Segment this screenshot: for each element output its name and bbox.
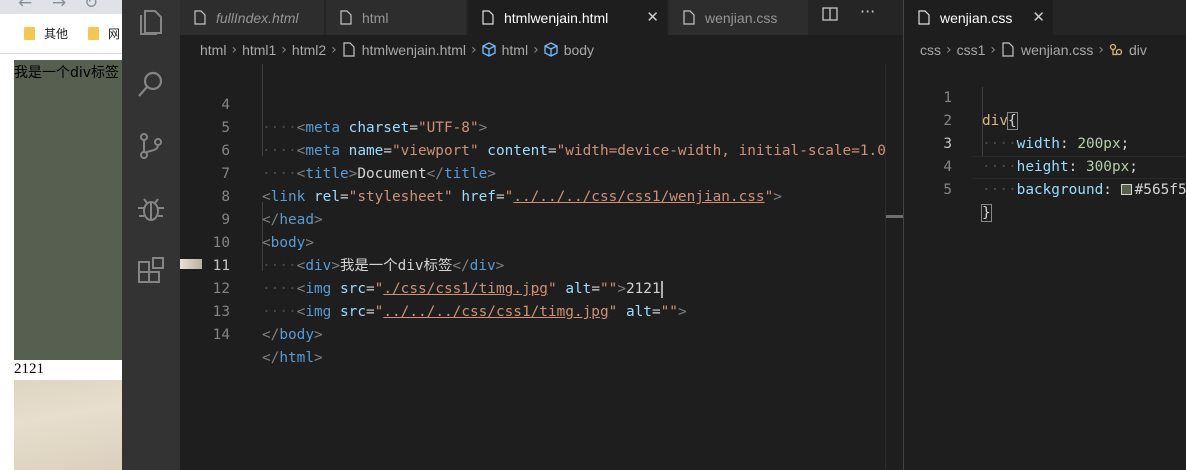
code-text: ····background: #565f50; xyxy=(982,182,1186,198)
bookmarks-bar: 其他 网 xyxy=(0,14,122,54)
code-line: 13 </body> xyxy=(180,278,885,343)
chevron-right-icon: › xyxy=(533,41,539,58)
file-icon xyxy=(343,42,355,57)
activity-bar xyxy=(122,0,180,470)
code-text: </html> xyxy=(262,350,323,366)
color-swatch[interactable] xyxy=(1120,183,1132,195)
cube-symbol-icon xyxy=(544,42,558,57)
tab-label: wenjian.css xyxy=(705,9,778,26)
file-icon xyxy=(194,10,206,25)
tab-wenjian-css-right[interactable]: wenjian.css ✕ xyxy=(904,0,1054,35)
file-icon xyxy=(482,10,494,25)
tab-label: html xyxy=(362,9,389,26)
code-line: 7 <link rel="stylesheet" href="../../../… xyxy=(180,140,885,205)
folder-icon xyxy=(88,26,99,40)
rendered-text: 2121 xyxy=(14,361,44,377)
chevron-right-icon: › xyxy=(281,41,287,58)
close-icon[interactable]: ✕ xyxy=(1032,8,1045,26)
css-selector-icon xyxy=(1109,43,1123,56)
tab-wenjian-css[interactable]: wenjian.css xyxy=(669,0,809,35)
split-editor-icon[interactable] xyxy=(822,6,838,26)
tab-html[interactable]: html xyxy=(326,0,467,35)
debug-icon[interactable] xyxy=(135,194,167,226)
chevron-right-icon: › xyxy=(946,41,952,58)
breadcrumb-item[interactable]: css xyxy=(920,42,941,58)
chevron-right-icon: › xyxy=(331,41,337,58)
tab-htmlwenjain-html[interactable]: htmlwenjain.html ✕ xyxy=(468,0,668,35)
breadcrumb-item[interactable]: css1 xyxy=(957,42,986,58)
file-icon xyxy=(1002,42,1014,57)
browser-preview: ← → ↻ 其他 网 我是一个div标签 2121 xyxy=(0,0,122,470)
rendered-div: 我是一个div标签 xyxy=(14,60,122,360)
bookmark-folder-net[interactable]: 网 xyxy=(88,24,120,42)
tab-label: wenjian.css xyxy=(940,9,1013,26)
line-number: 5 xyxy=(943,182,952,198)
editor-tabs-right: wenjian.css ✕ xyxy=(904,0,1186,35)
chevron-right-icon: › xyxy=(471,41,477,58)
cube-symbol-icon xyxy=(481,42,496,57)
code-line: 9 <body> xyxy=(180,186,885,251)
chevron-right-icon: › xyxy=(1098,41,1104,58)
code-line: 4 ····background: #565f50; xyxy=(904,133,1186,198)
reload-icon[interactable]: ↻ xyxy=(84,0,98,13)
code-line: 2 ····width: 200px; xyxy=(904,87,1186,152)
file-icon xyxy=(918,10,930,25)
source-control-icon[interactable] xyxy=(135,130,167,162)
code-line: 3 ····height: 300px; xyxy=(904,110,1186,175)
tab-label: htmlwenjain.html xyxy=(504,9,609,26)
breadcrumb-item[interactable]: body xyxy=(564,42,594,58)
browser-toolbar: ← → ↻ xyxy=(0,0,122,14)
breadcrumb-item[interactable]: html2 xyxy=(292,42,326,58)
breadcrumb-item[interactable]: div xyxy=(1129,42,1147,58)
code-text: </body> xyxy=(262,327,323,343)
folder-icon xyxy=(24,26,35,40)
code-line: 4 ····<meta charset="UTF-8"> xyxy=(180,71,885,136)
file-icon xyxy=(683,10,695,25)
bookmark-label: 网 xyxy=(108,26,121,41)
code-editor[interactable]: 4 ····<meta charset="UTF-8"> 5 ····<meta… xyxy=(180,64,885,470)
chevron-right-icon: › xyxy=(990,41,997,58)
chevron-right-icon: › xyxy=(231,41,238,58)
breadcrumb-item[interactable]: wenjian.css xyxy=(1021,42,1093,58)
close-icon[interactable]: ✕ xyxy=(646,8,659,26)
code-line: 12 ····<img src="../../../css/css1/timg.… xyxy=(180,255,885,320)
breadcrumb-item[interactable]: html xyxy=(200,42,226,58)
editor-tabs: fullIndex.html html htmlwenjain.html ✕ w… xyxy=(180,0,903,35)
tab-label: fullIndex.html xyxy=(216,9,299,26)
code-editor-right[interactable]: 1 div{ 2 ····width: 200px; 3 ····height:… xyxy=(904,64,1186,470)
rendered-image xyxy=(14,380,122,470)
explorer-icon[interactable] xyxy=(135,6,167,38)
file-icon xyxy=(340,10,352,25)
breadcrumb-item[interactable]: html xyxy=(502,42,528,58)
code-line: 5 ····<meta name="viewport" content="wid… xyxy=(180,94,885,159)
scrollbar-marker xyxy=(886,215,903,218)
more-actions-icon[interactable]: ··· xyxy=(860,2,875,21)
code-line: 14 </html> xyxy=(180,301,885,366)
breadcrumb-item[interactable]: html1 xyxy=(242,42,276,58)
code-line: 1 div{ xyxy=(904,64,1186,130)
extensions-icon[interactable] xyxy=(135,256,167,288)
editor-scrollbar[interactable] xyxy=(885,64,903,470)
bookmark-folder-other[interactable]: 其他 xyxy=(24,24,68,42)
code-text: } xyxy=(981,204,992,222)
code-line: 5 } xyxy=(904,156,1186,222)
breadcrumb: html › html1 › html2 › htmlwenjain.html … xyxy=(180,35,903,64)
search-icon[interactable] xyxy=(135,68,167,100)
line-number: 14 xyxy=(212,327,230,343)
code-line: 6 ····<title>Document</title> xyxy=(180,117,885,182)
tab-fullindex-html[interactable]: fullIndex.html xyxy=(180,0,325,35)
code-line-current: 11 ····<img src="./css/css1/timg.jpg" al… xyxy=(180,232,885,298)
breadcrumb-right: css › css1 › wenjian.css › div xyxy=(904,35,1186,64)
code-line: 10 ····<div>我是一个div标签</div> xyxy=(180,209,885,274)
code-line: 8 </head> xyxy=(180,163,885,228)
breadcrumb-item[interactable]: htmlwenjain.html xyxy=(362,42,466,58)
rendered-div-text: 我是一个div标签 xyxy=(14,65,120,81)
back-arrow-icon[interactable]: ← xyxy=(18,0,32,13)
bookmark-label: 其他 xyxy=(44,26,69,41)
forward-arrow-icon[interactable]: → xyxy=(52,0,66,13)
